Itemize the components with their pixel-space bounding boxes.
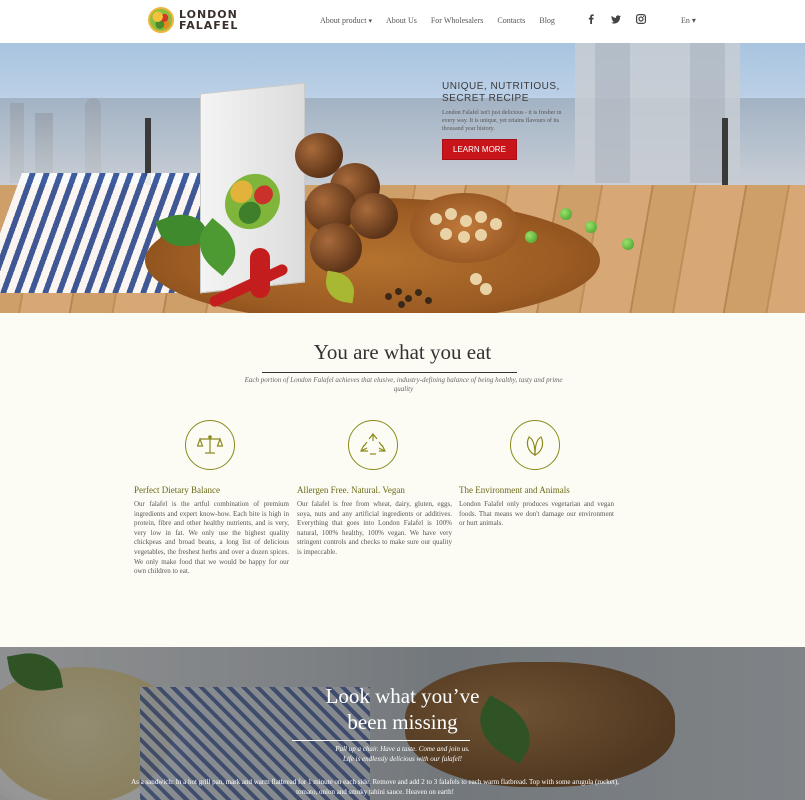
hero-title: UNIQUE, NUTRITIOUS, SECRET RECIPE <box>442 81 560 104</box>
feature-text: Our falafel is the artful combination of… <box>134 500 289 576</box>
nav-about-product[interactable]: About product ▾ <box>320 16 372 25</box>
recipe-banner: Look what you’ve been missing Pull up a … <box>0 647 805 800</box>
learn-more-button[interactable]: LEARN MORE <box>442 139 517 160</box>
banner-subtitle: Pull up a chair. Have a taste. Come and … <box>0 744 805 764</box>
logo-text: LONDON FALAFEL <box>179 9 238 31</box>
chickpea-bowl <box>410 193 520 263</box>
intro-divider <box>262 372 517 373</box>
banner-title-line2: been missing <box>347 710 458 734</box>
skyline-gherkin <box>85 98 101 183</box>
language-selector[interactable]: En ▾ <box>681 16 696 25</box>
feature-text: Our falafel is free from wheat, dairy, g… <box>297 500 452 556</box>
banner-divider <box>292 740 470 741</box>
nav-about-product-label: About product <box>320 16 367 25</box>
green-pea <box>525 231 537 243</box>
chevron-down-icon: ▾ <box>691 16 696 25</box>
instagram-icon[interactable] <box>636 14 646 24</box>
nav-for-wholesalers[interactable]: For Wholesalers <box>431 16 484 25</box>
falafel-ball <box>350 193 398 239</box>
nav-blog[interactable]: Blog <box>539 16 555 25</box>
feature-title: Perfect Dietary Balance <box>134 485 220 495</box>
language-label: En <box>681 16 690 25</box>
logo-mark-icon <box>148 7 174 33</box>
feature-title: Allergen Free. Natural. Vegan <box>297 485 405 495</box>
chickpea <box>470 273 482 285</box>
banner-subtitle-line2: Life is endlessly delicious with our fal… <box>343 755 462 763</box>
peppercorn <box>425 297 432 304</box>
peppercorn <box>415 289 422 296</box>
logo[interactable]: LONDON FALAFEL <box>148 7 238 33</box>
intro-title: You are what you eat <box>313 340 492 364</box>
facebook-icon[interactable] <box>586 14 596 24</box>
chickpea <box>460 215 472 227</box>
twitter-icon[interactable] <box>611 14 621 24</box>
green-pea <box>585 221 597 233</box>
scales-icon <box>185 420 235 470</box>
chickpea <box>440 228 452 240</box>
banner-recipe-text: As a sandwich: In a hot grill pan, mark … <box>131 778 619 796</box>
peppercorn <box>405 295 412 302</box>
banner-title-line1: Look what you’ve <box>325 684 480 708</box>
chickpea <box>445 208 457 220</box>
green-pea <box>560 208 572 220</box>
tower-bridge <box>575 43 740 183</box>
chickpea <box>475 229 487 241</box>
chickpea <box>475 211 487 223</box>
chickpea <box>480 283 492 295</box>
recycle-icon <box>348 420 398 470</box>
chickpea <box>430 213 442 225</box>
main-nav: About product ▾ About Us For Wholesalers … <box>320 16 569 25</box>
logo-line2: FALAFEL <box>179 19 239 32</box>
peppercorn <box>398 301 405 308</box>
falafel-ball <box>310 223 362 273</box>
site-header: LONDON FALAFEL About product ▾ About Us F… <box>0 0 805 43</box>
chickpea <box>458 231 470 243</box>
red-chili <box>250 248 270 298</box>
feature-dietary-balance: Perfect Dietary Balance Our falafel is t… <box>134 420 289 577</box>
chickpea <box>490 218 502 230</box>
skyline-building <box>10 103 24 183</box>
peppercorn <box>395 288 402 295</box>
banner-title: Look what you’ve been missing <box>0 683 805 735</box>
peppercorn <box>385 293 392 300</box>
feature-title: The Environment and Animals <box>459 485 570 495</box>
intro-subtitle: Each portion of London Falafel achieves … <box>244 376 563 393</box>
nav-contacts[interactable]: Contacts <box>497 16 525 25</box>
banner-subtitle-line1: Pull up a chair. Have a taste. Come and … <box>335 745 470 753</box>
feature-allergen-free: Allergen Free. Natural. Vegan Our falafe… <box>297 420 452 558</box>
feature-environment: The Environment and Animals London Falaf… <box>459 420 614 529</box>
feature-text: London Falafel only produces vegetarian … <box>459 500 614 528</box>
social-links <box>586 14 661 24</box>
chevron-down-icon: ▾ <box>368 17 372 25</box>
leaf-icon <box>510 420 560 470</box>
lamp-post <box>722 118 728 188</box>
intro-section: You are what you eat Each portion of Lon… <box>0 313 805 647</box>
hero-banner: UNIQUE, NUTRITIOUS, SECRET RECIPE London… <box>0 43 805 313</box>
nav-about-us[interactable]: About Us <box>386 16 417 25</box>
hero-promo: UNIQUE, NUTRITIOUS, SECRET RECIPE London… <box>442 81 572 160</box>
falafel-logo-emblem <box>225 171 280 232</box>
green-pea <box>622 238 634 250</box>
hero-description: London Falafel isn't just delicious - it… <box>442 110 562 132</box>
